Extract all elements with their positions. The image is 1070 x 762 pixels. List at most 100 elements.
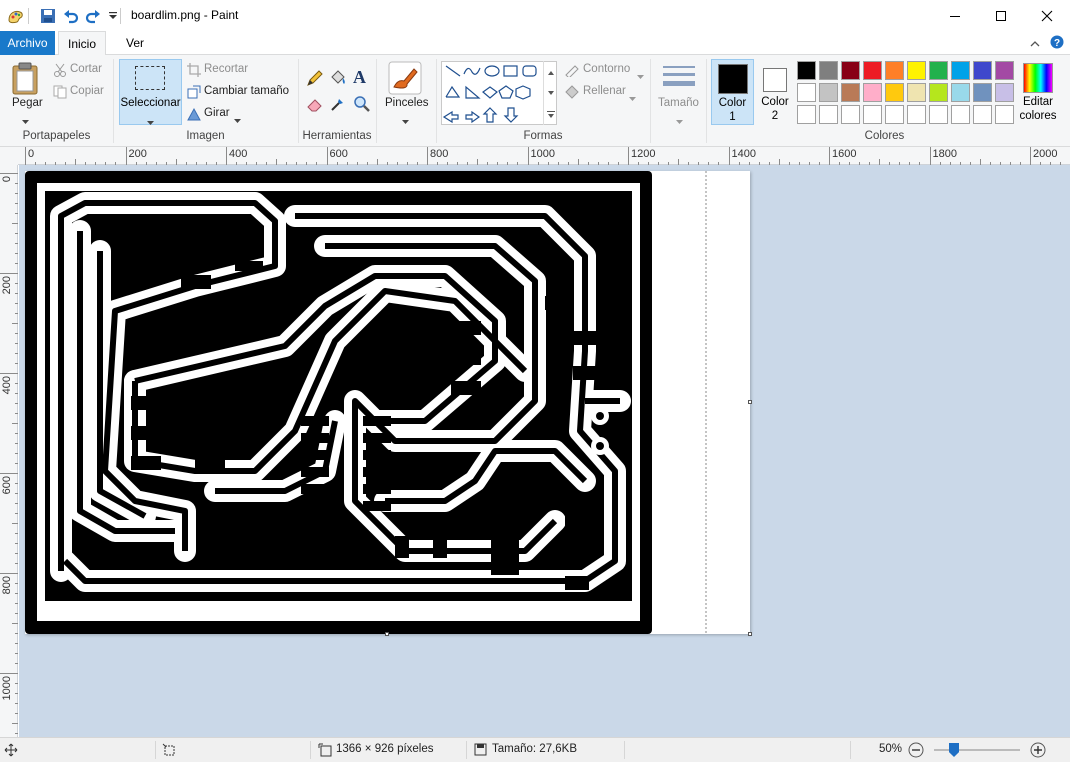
size-button[interactable]: Tamaño	[658, 97, 699, 109]
resize-handle-right[interactable]	[748, 400, 752, 404]
pencil-icon[interactable]	[306, 69, 324, 90]
color-swatch[interactable]	[885, 83, 904, 102]
copy-icon	[53, 85, 67, 102]
resize-handle-corner[interactable]	[748, 632, 752, 636]
magnifier-icon[interactable]	[353, 95, 371, 116]
clipboard-group-label: Portapapeles	[22, 130, 91, 142]
ruler-label: 1000	[1, 676, 13, 701]
color-swatch[interactable]	[863, 61, 882, 80]
fill-button[interactable]: Rellenar	[583, 85, 626, 97]
color-swatch[interactable]	[929, 105, 948, 124]
eraser-icon[interactable]	[306, 95, 324, 116]
close-button[interactable]	[1024, 0, 1070, 31]
tab-view[interactable]: Ver	[117, 31, 153, 55]
ruler-label: 200	[128, 148, 147, 160]
color-swatch[interactable]	[885, 61, 904, 80]
crop-button[interactable]: Recortar	[204, 63, 248, 75]
color-swatch[interactable]	[797, 105, 816, 124]
color-swatch[interactable]	[863, 105, 882, 124]
color-swatch[interactable]	[907, 61, 926, 80]
ruler-label: 600	[329, 148, 348, 160]
canvas-area[interactable]	[19, 165, 1070, 737]
color-swatch[interactable]	[841, 61, 860, 80]
paste-button[interactable]: Pegar	[12, 97, 43, 109]
text-tool-icon[interactable]: A	[353, 67, 366, 88]
ruler-label: 1200	[631, 148, 656, 160]
color-swatch[interactable]	[907, 105, 926, 124]
zoom-slider-thumb[interactable]	[949, 743, 959, 757]
collapse-ribbon-icon[interactable]	[1030, 37, 1040, 51]
paste-icon[interactable]	[10, 61, 42, 98]
color-swatch[interactable]	[973, 83, 992, 102]
ruler-label: 200	[1, 276, 13, 295]
color-swatch[interactable]	[797, 61, 816, 80]
save-icon[interactable]	[38, 6, 58, 26]
ruler-label: 1400	[731, 148, 756, 160]
redo-icon[interactable]	[83, 6, 103, 26]
image-size-icon	[318, 743, 332, 760]
resize-icon	[187, 85, 201, 102]
undo-icon[interactable]	[61, 6, 81, 26]
color-swatch[interactable]	[973, 61, 992, 80]
horizontal-ruler: 0 200 400 600 800 1000 1200 1400 1600 1800 2000	[18, 147, 1070, 165]
color-picker-icon[interactable]	[329, 95, 347, 116]
cut-button[interactable]: Cortar	[70, 63, 102, 75]
maximize-button[interactable]	[978, 0, 1024, 31]
color-swatch[interactable]	[841, 83, 860, 102]
paint-app-icon[interactable]	[6, 6, 26, 26]
zoom-slider[interactable]	[934, 743, 1020, 757]
zoom-level: 50%	[879, 743, 903, 755]
ribbon: Pegar Cortar Copiar Portapapeles Selecci…	[0, 55, 1070, 147]
ruler-label: 400	[229, 148, 248, 160]
color-swatch[interactable]	[885, 105, 904, 124]
color-swatch[interactable]	[863, 83, 882, 102]
fill-icon	[564, 85, 580, 102]
color2-button[interactable]: Color 2	[755, 59, 795, 125]
rotate-button[interactable]: Girar	[204, 107, 230, 119]
brushes-button[interactable]: Pinceles	[385, 97, 428, 109]
ruler-label: 800	[430, 148, 449, 160]
tab-home[interactable]: Inicio	[58, 31, 107, 56]
color-swatch[interactable]	[929, 83, 948, 102]
colors-group-label: Colores	[864, 130, 905, 142]
help-icon[interactable]: ?	[1050, 35, 1064, 52]
color-swatch[interactable]	[819, 105, 838, 124]
select-button[interactable]: Seleccionar	[119, 59, 182, 125]
ruler-label: 1800	[932, 148, 957, 160]
color-swatch[interactable]	[951, 83, 970, 102]
color1-button[interactable]: Color 1	[711, 59, 754, 125]
color-swatch[interactable]	[929, 61, 948, 80]
color-swatch[interactable]	[995, 61, 1014, 80]
outline-button[interactable]: Contorno	[583, 63, 630, 75]
image-canvas[interactable]	[25, 171, 752, 636]
minimize-button[interactable]	[932, 0, 978, 31]
resize-button[interactable]: Cambiar tamaño	[204, 85, 289, 97]
color-swatch[interactable]	[797, 83, 816, 102]
select-icon	[135, 66, 165, 90]
color-swatch[interactable]	[951, 61, 970, 80]
color-swatch[interactable]	[973, 105, 992, 124]
brush-icon[interactable]	[388, 61, 422, 98]
image-group-label: Imagen	[186, 130, 225, 142]
shapes-gallery[interactable]	[441, 61, 557, 125]
resize-handle-bottom[interactable]	[385, 632, 389, 636]
color-swatch[interactable]	[907, 83, 926, 102]
ruler-label: 600	[1, 476, 13, 495]
vertical-ruler: 0 200 400 600 800 1000	[0, 165, 18, 737]
color-swatch[interactable]	[951, 105, 970, 124]
zoom-in-button[interactable]	[1030, 742, 1046, 761]
color-swatch[interactable]	[819, 83, 838, 102]
copy-button[interactable]: Copiar	[70, 85, 104, 97]
color-swatch[interactable]	[819, 61, 838, 80]
color-swatch[interactable]	[995, 83, 1014, 102]
color-swatch[interactable]	[995, 105, 1014, 124]
cursor-position-icon	[4, 743, 18, 760]
fill-bucket-icon[interactable]	[329, 69, 347, 90]
svg-text:?: ?	[1054, 38, 1060, 49]
zoom-out-button[interactable]	[908, 742, 924, 761]
edit-colors-button[interactable]: Editar colores	[1018, 59, 1058, 125]
paste-dropdown-icon[interactable]	[22, 113, 29, 127]
rainbow-palette-icon	[1023, 63, 1053, 93]
color-swatch[interactable]	[841, 105, 860, 124]
tab-file[interactable]: Archivo	[0, 31, 55, 55]
